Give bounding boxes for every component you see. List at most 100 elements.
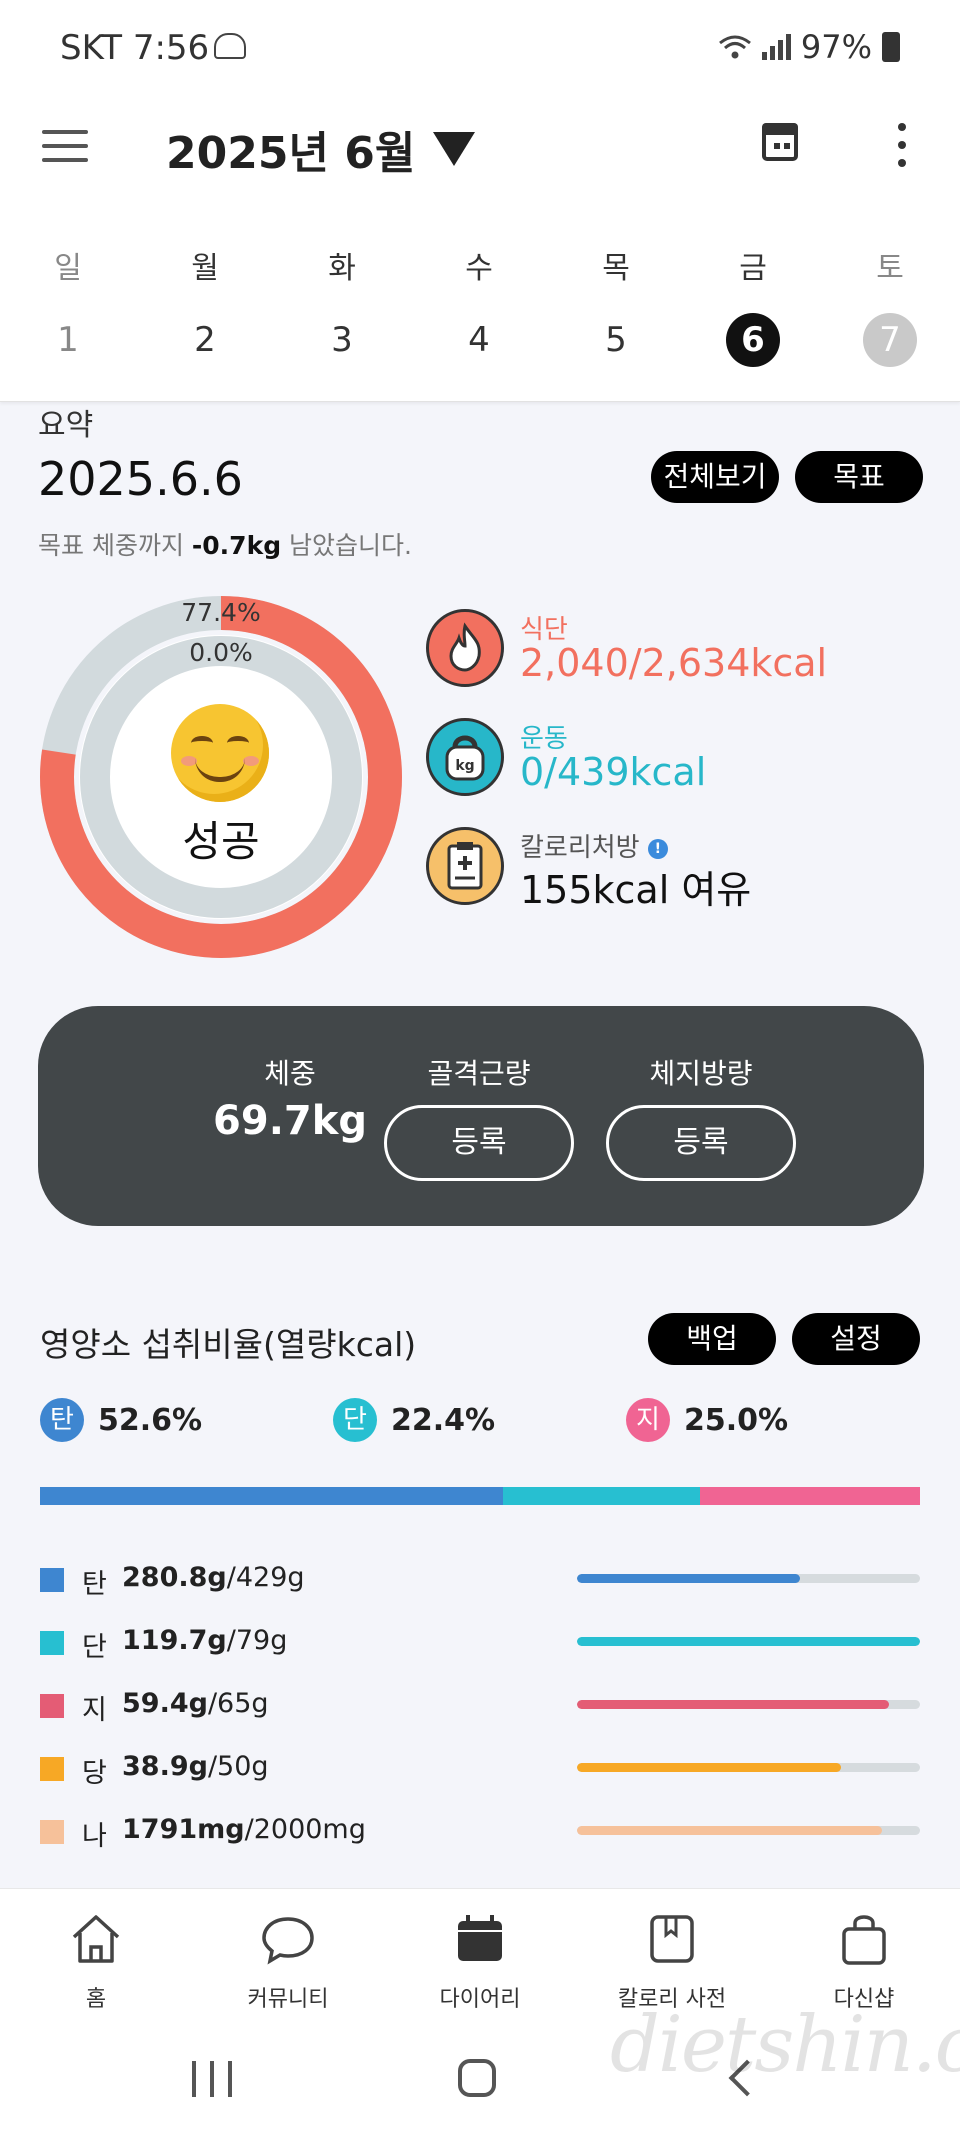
day-name: 일	[54, 251, 82, 286]
day-sunday[interactable]: 일 1	[23, 225, 113, 367]
battery-percent: 97%	[800, 28, 872, 66]
prescription-value: 155kcal 여유	[520, 868, 752, 912]
day-name: 월	[191, 251, 219, 286]
fat-register-button[interactable]: 등록	[606, 1105, 796, 1181]
status-bar: SKT 7:56 97%	[0, 0, 960, 95]
day-wednesday[interactable]: 수 4	[434, 225, 524, 367]
amount-value: 119.7g	[122, 1625, 227, 1656]
nav-shop[interactable]: 다신샵	[784, 1909, 944, 2013]
goal-button[interactable]: 목표	[795, 451, 923, 503]
legend-square	[40, 1568, 64, 1592]
day-thursday[interactable]: 목 5	[571, 225, 661, 367]
progress-track	[577, 1763, 920, 1772]
backup-button[interactable]: 백업	[648, 1313, 776, 1365]
nutrient-name: 나	[82, 1821, 107, 1852]
nutrient-amount: 59.4g/65g	[122, 1688, 269, 1719]
amount-value: 59.4g	[122, 1688, 208, 1719]
progress-fill	[577, 1700, 890, 1709]
amount-target: /65g	[207, 1688, 269, 1719]
legend-square	[40, 1757, 64, 1781]
nutrient-amount: 1791mg/2000mg	[122, 1814, 366, 1845]
macro-fat: 지 25.0%	[626, 1398, 788, 1442]
macro-carbs: 탄 52.6%	[40, 1398, 202, 1442]
body-stats-card: 체중 69.7kg 골격근량 등록 체지방량 등록	[38, 1006, 924, 1226]
nutrient-name: 탄	[82, 1569, 107, 1600]
fat-segment	[699, 1487, 920, 1505]
month-title: 2025년 6월	[166, 128, 416, 179]
app-notification-icon	[214, 33, 246, 59]
day-name: 수	[465, 251, 493, 286]
nutrient-name: 지	[82, 1695, 107, 1726]
chat-bubble-icon	[258, 1909, 318, 1969]
week-strip: 일 1 월 2 화 3 수 4 목 5 금 6 토 7	[0, 225, 960, 402]
progress-track	[577, 1700, 920, 1709]
recent-apps-icon[interactable]	[192, 2061, 232, 2097]
info-icon[interactable]: !	[647, 838, 668, 859]
status-time: SKT 7:56	[60, 28, 210, 68]
calorie-ring: 77.4% 0.0% 성공	[38, 594, 404, 960]
nav-diary[interactable]: 다이어리	[400, 1909, 560, 2013]
muscle-register-button[interactable]: 등록	[384, 1105, 574, 1181]
settings-button[interactable]: 설정	[792, 1313, 920, 1365]
progress-track	[577, 1826, 920, 1835]
legend-square	[40, 1820, 64, 1844]
amount-target: /50g	[207, 1751, 269, 1782]
calendar-icon[interactable]	[762, 123, 798, 161]
exercise-percent: 0.0%	[189, 638, 253, 667]
book-icon	[642, 1909, 702, 1969]
day-name: 목	[602, 251, 630, 286]
calendar-icon	[450, 1909, 510, 1969]
amount-target: /429g	[226, 1562, 305, 1593]
legend-square	[40, 1631, 64, 1655]
smiling-face-icon	[171, 704, 269, 802]
wifi-icon	[718, 35, 751, 59]
weight-label: 체중	[264, 1057, 316, 1090]
amount-value: 280.8g	[122, 1562, 227, 1593]
day-monday[interactable]: 월 2	[160, 225, 250, 367]
amount-value: 1791mg	[122, 1814, 245, 1845]
macro-protein: 단 22.4%	[333, 1398, 495, 1442]
amount-value: 38.9g	[122, 1751, 208, 1782]
menu-icon[interactable]	[42, 130, 88, 162]
protein-segment	[502, 1487, 700, 1505]
goal-remaining-text: 목표 체중까지 -0.7kg 남았습니다.	[38, 526, 412, 562]
month-selector[interactable]: 2025년 6월	[166, 117, 476, 181]
day-friday-selected[interactable]: 금 6	[708, 225, 798, 367]
nutrient-name: 단	[82, 1632, 107, 1663]
goal-prefix: 목표 체중까지	[38, 531, 184, 560]
progress-fill	[577, 1763, 842, 1772]
carbs-segment	[40, 1487, 503, 1505]
day-tuesday[interactable]: 화 3	[297, 225, 387, 367]
day-date: 3	[331, 320, 353, 360]
day-date: 4	[468, 320, 490, 360]
more-options-icon[interactable]	[896, 123, 908, 167]
fat-percent: 25.0%	[684, 1402, 789, 1438]
nav-label: 커뮤니티	[247, 1987, 329, 2012]
day-name: 토	[876, 251, 904, 286]
dropdown-triangle-icon	[433, 132, 476, 166]
shopping-bag-icon	[834, 1909, 894, 1969]
status-text: 성공	[182, 817, 260, 866]
diet-percent: 77.4%	[181, 598, 261, 627]
amount-target: /2000mg	[244, 1814, 366, 1845]
day-date: 1	[57, 320, 79, 360]
nutrient-amount: 119.7g/79g	[122, 1625, 287, 1656]
goal-value: -0.7kg	[191, 531, 282, 560]
nav-home[interactable]: 홈	[16, 1909, 176, 2013]
nav-label: 홈	[85, 1987, 107, 2012]
legend-square	[40, 1694, 64, 1718]
battery-icon	[882, 32, 900, 62]
progress-track	[577, 1637, 920, 1646]
view-all-button[interactable]: 전체보기	[651, 451, 779, 503]
home-button-icon[interactable]	[458, 2059, 496, 2097]
carbs-badge: 탄	[40, 1398, 84, 1442]
nutrient-name: 당	[82, 1758, 107, 1789]
day-saturday[interactable]: 토 7	[845, 225, 935, 367]
nav-community[interactable]: 커뮤니티	[208, 1909, 368, 2013]
amount-target: /79g	[226, 1625, 288, 1656]
day-name: 금	[739, 251, 767, 286]
nav-calorie-dictionary[interactable]: 칼로리 사전	[592, 1909, 752, 2013]
nutrient-row-sodium: 나 1791mg/2000mg	[40, 1812, 920, 1852]
nutrient-row-carbs: 탄 280.8g/429g	[40, 1560, 920, 1600]
kettlebell-icon: kg	[426, 718, 504, 796]
